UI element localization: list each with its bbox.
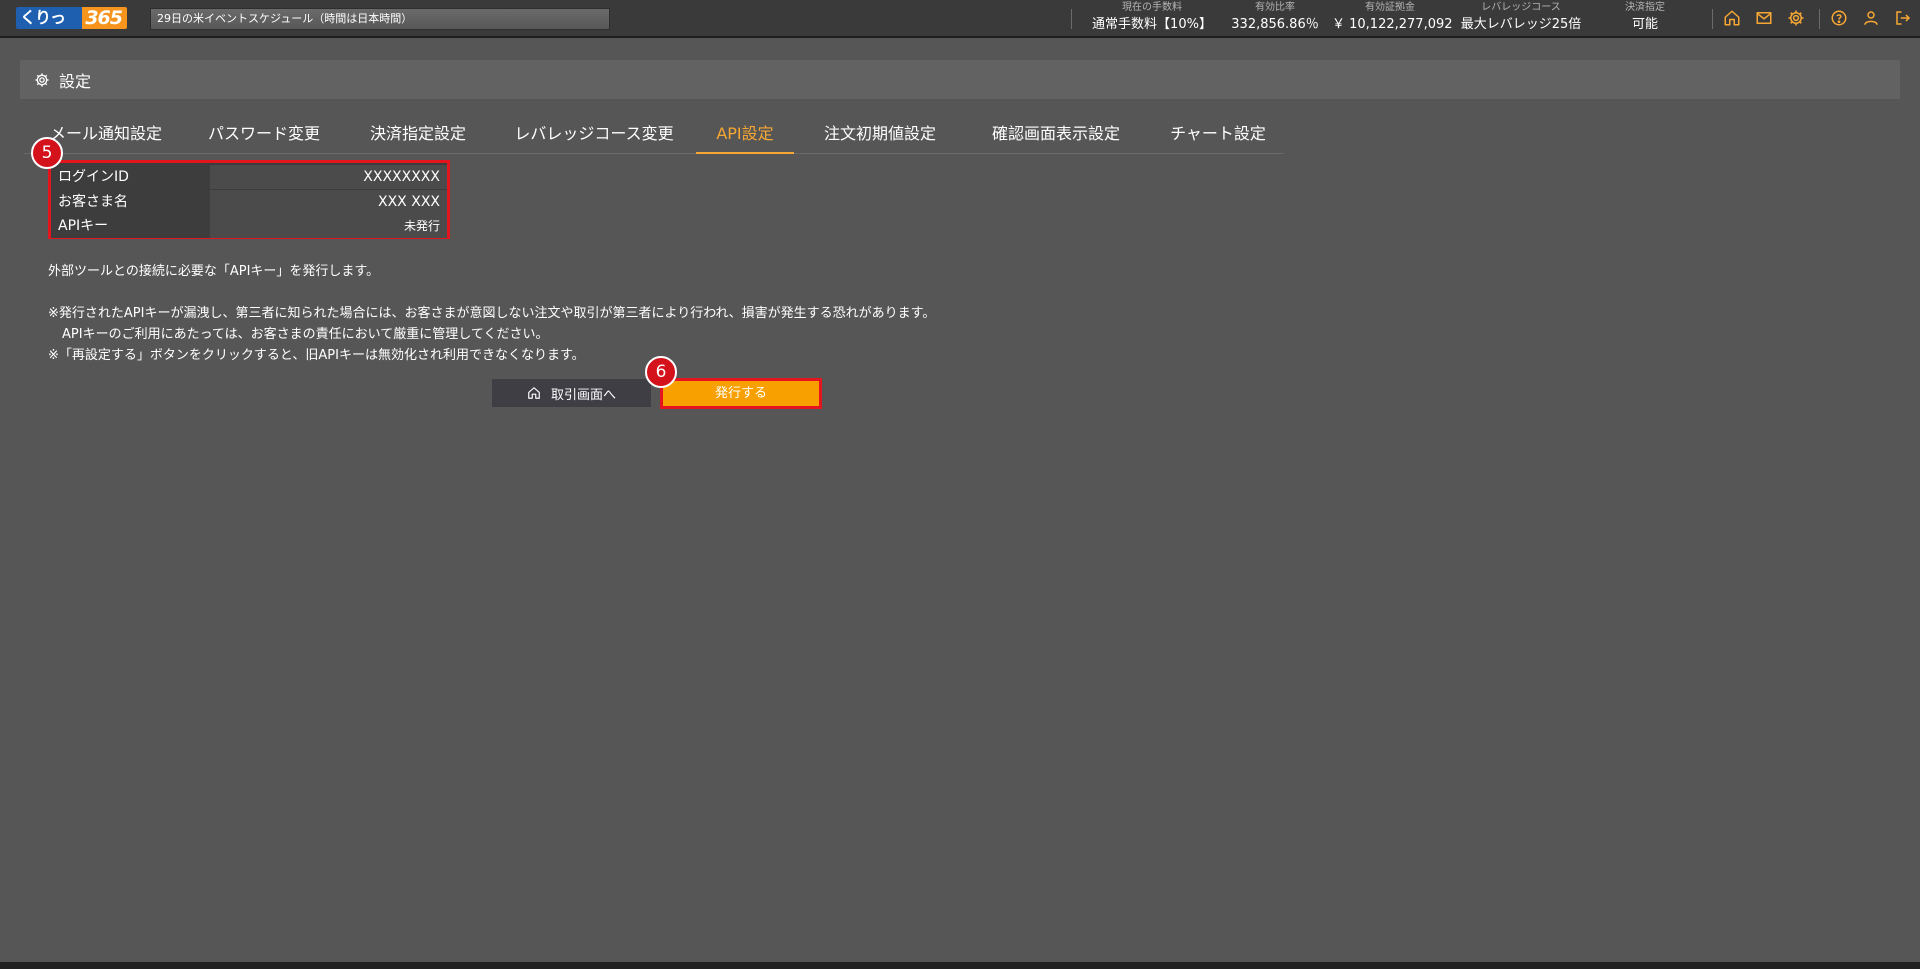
tab-password-change[interactable]: パスワード変更	[196, 116, 332, 154]
table-row: APIキー 未発行	[51, 214, 447, 238]
home-icon	[528, 387, 540, 399]
home-icon[interactable]	[1722, 8, 1742, 28]
stat-margin-value: ￥ 10,122,277,092	[1332, 17, 1453, 32]
api-warning-line2: APIキーのご利用にあたっては、お客さまの責任において厳重に管理してください。	[62, 327, 549, 342]
tab-api-setting[interactable]: API設定	[696, 116, 794, 154]
stat-fee: 現在の手数料 通常手数料【10%】	[1084, 1, 1220, 35]
stat-margin-label: 有効証拠金	[1365, 2, 1415, 13]
step-badge-5: 5	[31, 137, 63, 169]
user-icon[interactable]	[1861, 8, 1881, 28]
page-title: 設定	[59, 71, 92, 91]
api-info-table: ログインID XXXXXXXX お客さま名 XXX XXX APIキー 未発行	[48, 160, 450, 239]
help-icon[interactable]	[1829, 8, 1849, 28]
gear-icon[interactable]	[1786, 8, 1806, 28]
stat-fee-value: 通常手数料【10%】	[1092, 17, 1212, 32]
settings-tabs: メール通知設定 パスワード変更 決済指定設定 レバレッジコース変更 API設定 …	[24, 116, 1284, 154]
tab-chart-setting[interactable]: チャート設定	[1158, 116, 1278, 154]
api-warning-line1: ※発行されたAPIキーが漏洩し、第三者に知られた場合には、お客さまが意図しない注…	[48, 306, 936, 321]
step-badge-6: 6	[645, 356, 677, 388]
top-header: くりっく 365 29日の米イベントスケジュール（時間は日本時間） 現在の手数料…	[0, 0, 1920, 38]
stat-leverage: レバレッジコース 最大レバレッジ25倍	[1455, 1, 1587, 35]
stat-leverage-value: 最大レバレッジ25倍	[1460, 17, 1582, 32]
table-row: ログインID XXXXXXXX	[51, 165, 447, 189]
logout-icon[interactable]	[1893, 8, 1913, 28]
go-to-trading-button[interactable]: 取引画面へ	[492, 379, 651, 407]
stat-ratio-value: 332,856.86％	[1231, 17, 1319, 32]
login-id-label: ログインID	[51, 165, 210, 189]
header-divider	[1819, 9, 1820, 29]
api-key-value: 未発行	[210, 214, 447, 238]
stat-fee-label: 現在の手数料	[1122, 2, 1182, 13]
bottom-bar	[0, 962, 1920, 969]
tab-confirm-display[interactable]: 確認画面表示設定	[976, 116, 1136, 154]
news-ticker[interactable]: 29日の米イベントスケジュール（時間は日本時間）	[150, 8, 610, 30]
issue-api-key-button[interactable]: 発行する	[660, 378, 822, 409]
mail-icon[interactable]	[1754, 8, 1774, 28]
header-divider	[1071, 9, 1072, 29]
stat-ratio: 有効比率 332,856.86％	[1228, 1, 1322, 35]
tab-settlement-setting[interactable]: 決済指定設定	[356, 116, 480, 154]
login-id-value: XXXXXXXX	[210, 165, 447, 189]
brand-logo[interactable]: くりっく 365	[16, 7, 127, 29]
tab-leverage-course[interactable]: レバレッジコース変更	[504, 116, 684, 154]
api-key-label: APIキー	[51, 214, 210, 238]
stat-settlement-value: 可能	[1631, 17, 1658, 32]
header-divider	[1712, 9, 1713, 29]
api-description: 外部ツールとの接続に必要な「APIキー」を発行します。	[48, 264, 380, 279]
api-reset-note: ※「再設定する」ボタンをクリックすると、旧APIキーは無効化され利用できなくなり…	[48, 348, 585, 363]
table-row: お客さま名 XXX XXX	[51, 190, 447, 214]
customer-name-value: XXX XXX	[210, 190, 447, 214]
logo-text-part1: くりっく	[16, 7, 83, 29]
logo-text-part2: 365	[82, 7, 127, 29]
stat-ratio-label: 有効比率	[1255, 2, 1295, 13]
stat-leverage-label: レバレッジコース	[1481, 2, 1561, 13]
stat-settlement-label: 決済指定	[1625, 2, 1665, 13]
gear-icon	[35, 72, 49, 87]
stat-settlement: 決済指定 可能	[1615, 1, 1675, 35]
page-title-bar: 設定	[20, 60, 1900, 99]
stat-margin: 有効証拠金 ￥ 10,122,277,092	[1332, 1, 1453, 35]
go-to-trading-label: 取引画面へ	[550, 387, 616, 403]
customer-name-label: お客さま名	[51, 190, 210, 214]
tab-order-defaults[interactable]: 注文初期値設定	[816, 116, 944, 154]
